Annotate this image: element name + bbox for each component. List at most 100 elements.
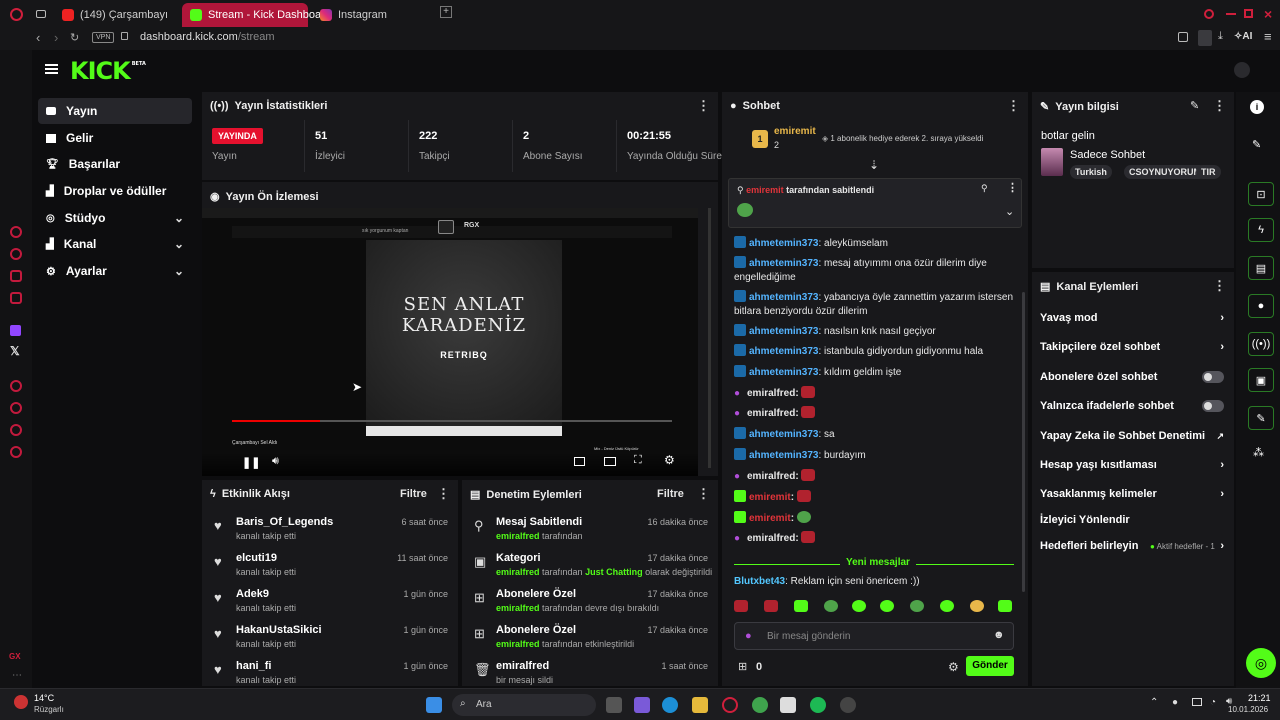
clock-time[interactable]: 21:21 [1248,693,1271,703]
weather-temp[interactable]: 14°C [34,693,54,703]
close-window-button[interactable]: × [1264,6,1272,22]
popout-icon[interactable] [438,220,454,234]
opera-logo-icon[interactable] [10,8,23,21]
category-name[interactable]: Sadece Sohbet [1070,149,1145,161]
rail-wrench-icon[interactable]: ✎ [1248,406,1274,430]
explorer-icon[interactable] [692,697,708,713]
steam-icon[interactable] [840,697,856,713]
tab-instagram[interactable]: Instagram [312,3,412,27]
chat-message[interactable]: ● emiralfred: [734,406,1014,421]
rail-chat-icon[interactable]: ● [1248,294,1274,318]
rail-lightning-icon[interactable]: ϟ [1248,218,1274,242]
reload-icon[interactable]: ↻ [70,31,79,44]
tray-display-icon[interactable] [1192,698,1202,706]
sidebar-item-basarilar[interactable]: 🏆︎ Başarılar [38,151,192,177]
minimize-button[interactable] [1226,13,1236,15]
forward-icon[interactable]: › [54,30,58,45]
send-button[interactable]: Gönder [966,656,1014,676]
pencil-icon[interactable]: ✎ [1252,138,1261,151]
download-icon[interactable]: ⤓ [1218,30,1223,43]
collapse-icon[interactable]: ⇣ [869,158,879,172]
chat-message[interactable]: ahmetemin373: burdayım [734,448,1014,463]
tab-kick-dashboard[interactable]: Stream - Kick Dashboard [182,3,331,27]
sidebar-player-icon[interactable] [10,380,22,392]
emote-icon[interactable] [940,600,954,612]
preview-video[interactable]: sık yorgunum kaptan SEN ANLAT KARADENİZ … [202,208,698,476]
unpin-icon[interactable]: ⚲ [981,183,988,194]
hamburger-menu-icon[interactable] [45,64,58,74]
action-slow-mode[interactable]: Yavaş mod › [1040,306,1224,330]
tab-youtube[interactable]: (149) Çarşambayı Sel A [54,3,176,27]
chat-message[interactable]: ahmetemin373: yabancıya öyle zannettim y… [734,290,1014,319]
tag[interactable]: Turkish [1070,165,1112,179]
chat-input[interactable]: ● Bir mesaj gönderin ☻ [734,622,1014,650]
store-icon[interactable] [780,697,796,713]
miniplayer-icon[interactable] [574,457,585,466]
chat-settings-icon[interactable]: ⚙ [948,660,959,674]
chat-message[interactable]: emiremit: [734,511,1014,526]
points-icon[interactable]: ⊞ [738,660,747,673]
edit-icon[interactable]: ✎ [1190,99,1199,112]
info-icon[interactable]: i [1250,100,1264,114]
chat-message[interactable]: emiremit: [734,490,1014,505]
volume-icon[interactable]: 🔊︎ [272,455,279,468]
widgets-icon[interactable] [634,697,650,713]
moderation-filter-button[interactable]: Filtre [657,488,684,500]
edge-icon[interactable] [662,697,678,713]
browser-menu-icon[interactable]: ≡ [1264,29,1272,44]
sidebar-x-icon[interactable]: 𝕏 [10,344,20,358]
moderation-item[interactable]: 🗑︎ emiralfred bir mesajı sildi 1 saat önce [472,658,708,686]
sidebar-messenger-icon[interactable] [10,248,22,260]
vpn-badge[interactable]: VPN [92,32,115,43]
chrome-icon[interactable] [752,697,768,713]
sidebar-gx-icon[interactable]: GX [9,652,21,661]
emote-icon[interactable] [794,600,808,612]
action-raid[interactable]: İzleyici Yönlendir [1040,508,1224,532]
gifter-card[interactable]: 1 emiremit 2 ◈ 1 abonelik hediye ederek … [752,126,1022,154]
extensions-icon[interactable] [1178,32,1188,42]
chat-message[interactable]: Blutxbet43: Reklam için seni önericem :)… [734,575,1014,589]
activity-item[interactable]: ♥ hani_fi kanalı takip etti 1 gün önce [212,658,448,686]
rail-camera-icon[interactable]: ⊡ [1248,182,1274,206]
sidebar-item-kanal[interactable]: ▟ Kanal ⌄ [38,231,192,257]
tag[interactable]: TIR [1196,165,1221,179]
kick-logo[interactable]: KICK BETA [70,57,146,85]
action-goals[interactable]: Hedefleri belirleyin ● Aktif hedefler - 1… [1040,534,1224,558]
sidebar-aria-icon[interactable] [10,226,22,238]
snapshot-icon[interactable] [1198,30,1212,46]
moderation-menu-icon[interactable]: ⋮ [697,486,710,502]
opera-gx-icon[interactable] [722,697,738,713]
search-tabs-icon[interactable] [1204,9,1214,19]
rail-channel-icon[interactable]: ▣ [1248,368,1274,392]
chat-message[interactable]: ahmetemin373: mesaj atıyımmı ona özür di… [734,256,1014,285]
category-thumbnail[interactable] [1041,148,1063,176]
help-button[interactable]: ◎ [1246,648,1276,678]
tray-network-icon[interactable]: ◔ [1210,697,1216,708]
chat-scrollbar[interactable] [1022,292,1025,592]
chat-message[interactable]: ahmetemin373: nasılsın knk nasıl geçiyor [734,324,1014,339]
theater-icon[interactable] [604,457,616,466]
action-ai-moderation[interactable]: Yapay Zeka ile Sohbet Denetimi ↗ [1040,424,1224,448]
emote-icon[interactable] [970,600,984,612]
chat-message[interactable]: ahmetemin373: sa [734,427,1014,442]
activity-item[interactable]: ♥ elcuti19 kanalı takip etti 11 saat önce [212,550,448,584]
activity-item[interactable]: ♥ Adek9 kanalı takip etti 1 gün önce [212,586,448,620]
fullscreen-icon[interactable]: ⛶ [634,454,642,467]
sidebar-item-studyo[interactable]: ◎ Stüdyo ⌄ [38,205,192,231]
tray-chevron-icon[interactable]: ⌃ [1150,697,1158,708]
rail-document-icon[interactable]: ▤ [1248,256,1274,280]
chat-menu-icon[interactable]: ⋮ [1007,98,1020,114]
maximize-button[interactable] [1244,9,1253,18]
moderation-item[interactable]: ⊞ Abonelere Özel emiralfred tarafından etk… [472,622,708,656]
activity-item[interactable]: ♥ HakanUstaSikici kanalı takip etti 1 gün ö… [212,622,448,656]
sidebar-settings-icon[interactable] [10,446,22,458]
windows-start-icon[interactable] [426,697,442,713]
activity-item[interactable]: ♥ Baris_Of_Legends kanalı takip etti 6 saat… [212,514,448,548]
tray-mic-icon[interactable]: ● [1172,697,1178,708]
emotes-only-toggle[interactable] [1202,400,1224,412]
subscribers-only-toggle[interactable] [1202,371,1224,383]
weather-icon[interactable] [14,695,28,709]
pinned-message[interactable]: ⚲ emiremit tarafından sabitlendi ⚲ ⋮ ⌄ [728,178,1022,228]
rail-apps-icon[interactable]: ⁂ [1253,446,1264,459]
task-view-icon[interactable] [606,697,622,713]
